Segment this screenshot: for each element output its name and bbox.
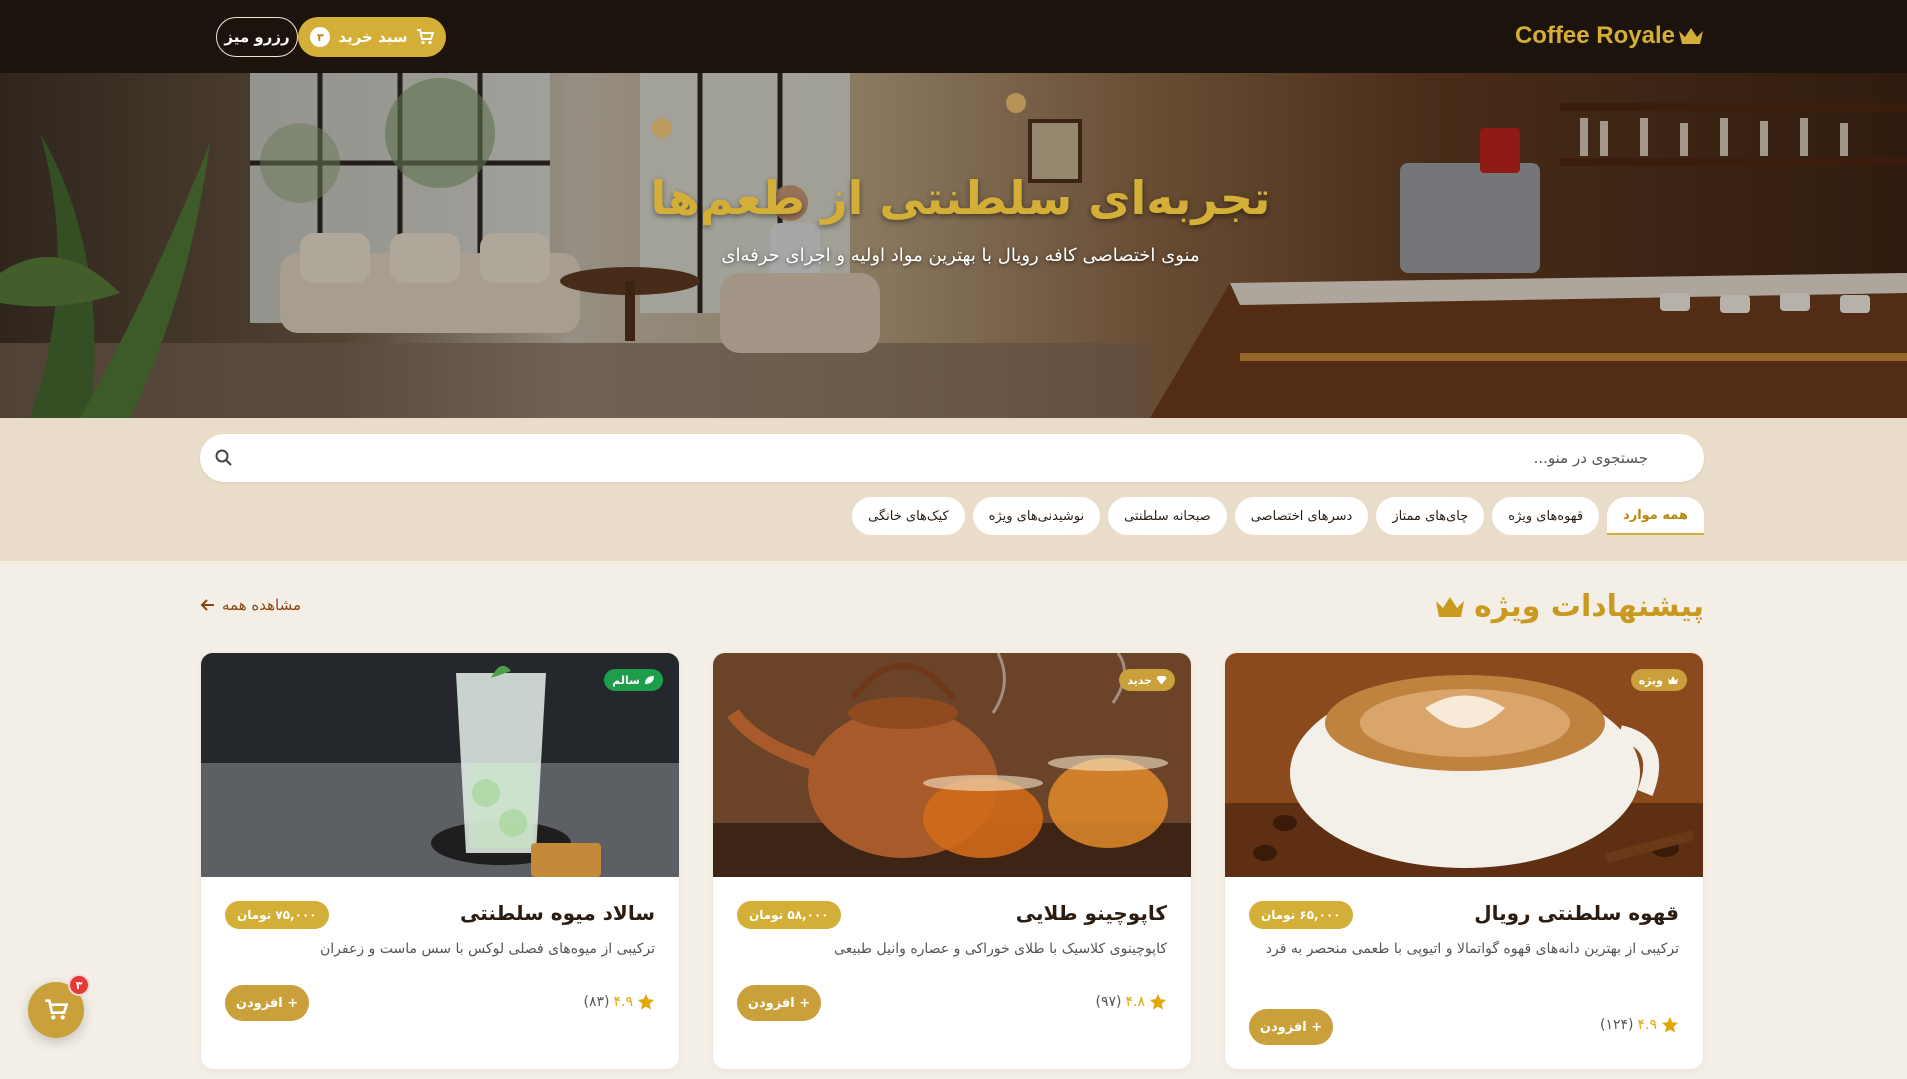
add-to-cart-button[interactable]: + افزودن [737, 985, 821, 1021]
product-card[interactable]: سالم سالاد میوه سلطنتی ۷۵,۰۰۰ تومان ترکی… [201, 653, 679, 1069]
product-name: قهوه سلطنتی رویال [1474, 901, 1679, 925]
add-to-cart-button[interactable]: + افزودن [225, 985, 309, 1021]
star-icon [637, 993, 655, 1010]
product-name: سالاد میوه سلطنتی [459, 901, 655, 925]
cart-count-badge: ۳ [310, 27, 331, 47]
crown-icon [1668, 676, 1678, 684]
section-title-text: پیشنهادات ویژه [1474, 589, 1704, 624]
hero-title: تجربه‌ای سلطنتی از طعم‌ها [650, 171, 1271, 225]
product-card[interactable]: جدید کاپوچینو طلایی ۵۸,۰۰۰ تومان کاپوچین… [713, 653, 1191, 1069]
hero-subtitle: منوی اختصاصی کافه رویال با بهترین مواد ا… [721, 245, 1200, 266]
arrow-left-icon [200, 599, 214, 611]
product-price: ۵۸,۰۰۰ تومان [737, 901, 841, 929]
view-all-link[interactable]: مشاهده همه [200, 596, 301, 614]
teapot-illustration [713, 653, 1191, 877]
product-price: ۷۵,۰۰۰ تومان [225, 901, 329, 929]
tab-special-coffees[interactable]: قهوه‌های ویژه [1492, 497, 1600, 535]
product-image [713, 653, 1191, 877]
cart-icon [45, 999, 68, 1020]
tab-homemade-cakes[interactable]: کیک‌های خانگی [852, 497, 965, 535]
rating-value: ۴.۹ [613, 994, 634, 1010]
diamond-icon [1156, 676, 1167, 685]
section-title: پیشنهادات ویژه [1434, 589, 1704, 624]
cart-icon [416, 29, 434, 45]
new-badge: جدید [1119, 669, 1175, 691]
product-rating: ۴.۹ (۸۳) [584, 993, 655, 1011]
view-all-label: مشاهده همه [222, 596, 302, 614]
search-bar [200, 434, 1704, 482]
hero-banner: تجربه‌ای سلطنتی از طعم‌ها منوی اختصاصی ک… [0, 73, 1907, 418]
special-badge: ویژه [1630, 669, 1687, 691]
product-rating: ۴.۹ (۱۲۴) [1600, 1016, 1679, 1034]
product-rating: ۴.۸ (۹۷) [1096, 993, 1167, 1011]
product-price: ۶۵,۰۰۰ تومان [1249, 901, 1353, 929]
search-icon[interactable] [214, 448, 234, 468]
product-description: ترکیبی از میوه‌های فصلی لوکس با سس ماست … [320, 941, 655, 957]
badge-label: سالم [612, 673, 640, 687]
tab-royal-breakfast[interactable]: صبحانه سلطنتی [1108, 497, 1227, 535]
brand-logo[interactable]: Coffee Royale [1515, 20, 1705, 52]
category-tabs: همه موارد قهوه‌های ویژه چای‌های ممتاز دس… [852, 497, 1704, 535]
star-icon [1661, 1016, 1679, 1033]
product-description: کاپوچینوی کلاسیک با طلای خوراکی و عصاره … [834, 941, 1167, 957]
crown-icon [1679, 28, 1703, 44]
tab-special-drinks[interactable]: نوشیدنی‌های ویژه [972, 497, 1101, 535]
brand-name: Coffee Royale [1514, 22, 1675, 49]
coffee-cup-illustration [1225, 653, 1703, 877]
reserve-table-button[interactable]: رزرو میز [216, 17, 298, 57]
review-count: (۸۳) [583, 994, 610, 1010]
top-nav: Coffee Royale سبد خرید ۳ رزرو میز [0, 0, 1907, 73]
review-count: (۱۲۴) [1600, 1017, 1634, 1033]
badge-label: جدید [1127, 673, 1152, 687]
rating-value: ۴.۸ [1125, 994, 1146, 1010]
crown-icon [1436, 596, 1465, 617]
floating-cart-button[interactable]: ۳ [28, 974, 90, 1038]
product-name: کاپوچینو طلایی [1015, 901, 1167, 925]
floating-cart-count: ۳ [68, 974, 90, 996]
review-count: (۹۷) [1095, 994, 1122, 1010]
healthy-badge: سالم [604, 669, 663, 691]
cart-button[interactable]: سبد خرید ۳ [298, 17, 446, 57]
star-icon [1149, 993, 1167, 1010]
tab-exclusive-desserts[interactable]: دسرهای اختصاصی [1234, 497, 1369, 535]
search-input[interactable] [248, 434, 1668, 482]
product-description: ترکیبی از بهترین دانه‌های قهوه گواتمالا … [1265, 941, 1679, 957]
tab-all[interactable]: همه موارد [1607, 497, 1704, 535]
product-card[interactable]: ویژه قهوه سلطنتی رویال ۶۵,۰۰۰ تومان ترکی… [1225, 653, 1703, 1069]
badge-label: ویژه [1638, 673, 1663, 687]
tab-premium-teas[interactable]: چای‌های ممتاز [1376, 497, 1485, 535]
product-image [1225, 653, 1703, 877]
rating-value: ۴.۹ [1637, 1017, 1658, 1033]
cart-label: سبد خرید [338, 28, 408, 46]
add-to-cart-button[interactable]: + افزودن [1249, 1009, 1333, 1045]
leaf-icon [645, 676, 654, 684]
